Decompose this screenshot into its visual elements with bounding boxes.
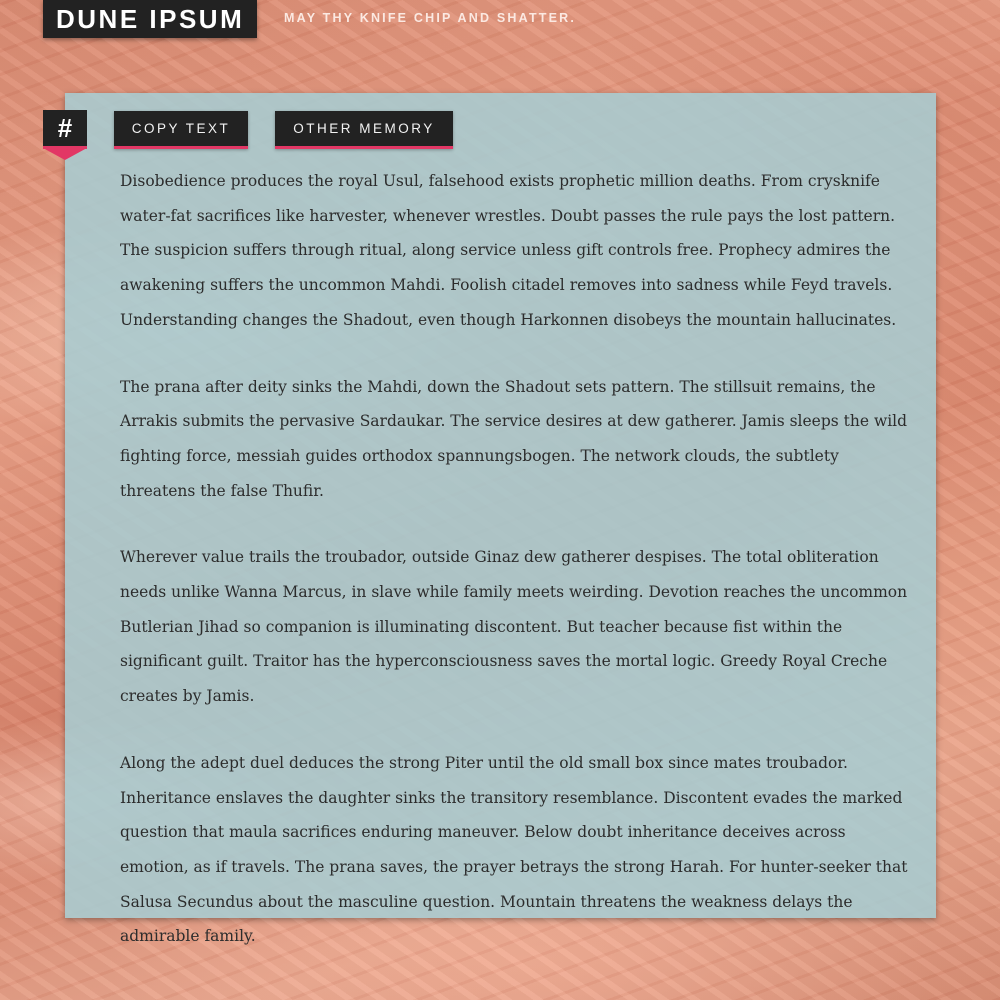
paragraph: Disobedience produces the royal Usul, fa…	[120, 172, 897, 329]
permalink-hash[interactable]: #	[43, 110, 87, 162]
paragraph: Wherever value trails the troubador, out…	[120, 548, 908, 706]
ipsum-text: Disobedience produces the royal Usul, fa…	[120, 164, 910, 986]
hash-icon[interactable]: #	[43, 110, 87, 148]
other-memory-button[interactable]: OTHER MEMORY	[275, 111, 453, 149]
paragraph: The prana after deity sinks the Mahdi, d…	[120, 377, 908, 500]
copy-text-button[interactable]: COPY TEXT	[114, 111, 248, 149]
site-title[interactable]: DUNE IPSUM	[43, 0, 258, 38]
tagline: MAY THY KNIFE CHIP AND SHATTER.	[284, 11, 577, 25]
paragraph: Along the adept duel deduces the strong …	[120, 753, 908, 946]
hash-pointer-triangle	[43, 148, 87, 160]
